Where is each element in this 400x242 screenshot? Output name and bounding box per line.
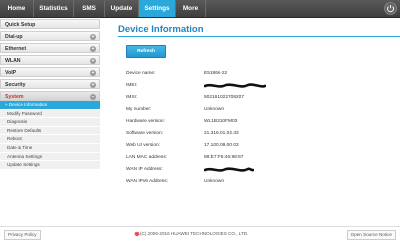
sidebar-item-label: Quick Setup	[5, 22, 36, 28]
expand-icon: +	[90, 57, 96, 64]
sidebar-subitem-update-settings[interactable]: Update Settings	[0, 161, 100, 170]
sidebar-subitem-antenna-settings[interactable]: Antenna Settings	[0, 152, 100, 162]
page-title: Device Information	[118, 24, 204, 35]
open-source-notice-link[interactable]: Open Source Notice	[346, 230, 396, 240]
expand-icon: +	[90, 81, 96, 88]
info-value: 502161022708207	[204, 95, 245, 100]
privacy-policy-link[interactable]: Privacy Policy	[4, 230, 41, 240]
sidebar-item-quick-setup[interactable]: Quick Setup	[0, 19, 100, 29]
info-label: IMEI:	[126, 83, 138, 88]
sidebar-item-security[interactable]: Security +	[0, 79, 100, 89]
info-value: 21.316.01.02.33	[204, 131, 239, 136]
info-label: WAN IPv6 Address:	[126, 179, 168, 184]
copyright-text: (C) 2006-2016 HUAWEI TECHNOLOGIES CO., L…	[140, 231, 249, 236]
redaction-scribble	[204, 167, 254, 172]
sidebar-subitem-date-time[interactable]: Date & Time	[0, 143, 100, 153]
info-value: 88:E7:F6:46:98:67	[204, 155, 244, 160]
info-label: Web UI version:	[126, 143, 161, 148]
info-label: Device name:	[126, 71, 156, 76]
sidebar-item-dial-up[interactable]: Dial-up +	[0, 31, 100, 41]
tab-update[interactable]: Update	[105, 0, 139, 17]
tab-home[interactable]: Home	[0, 0, 34, 17]
info-label: IMSI:	[126, 95, 138, 100]
redaction-scribble	[204, 83, 266, 88]
info-label: Software version:	[126, 131, 164, 136]
tab-statistics[interactable]: Statistics	[34, 0, 74, 17]
collapse-icon: −	[90, 93, 96, 100]
tab-more[interactable]: More	[176, 0, 206, 17]
sidebar-item-wlan[interactable]: WLAN +	[0, 55, 100, 65]
info-label: LAN MAC address:	[126, 155, 168, 160]
sidebar-item-system[interactable]: System −	[0, 91, 100, 101]
info-value: WL1B310FM03	[204, 119, 238, 124]
info-value: Unknown	[204, 107, 224, 112]
sidebar-subitem-modify-password[interactable]: Modify Password	[0, 109, 100, 119]
power-icon[interactable]	[384, 2, 397, 15]
sidebar-subitem-diagnosis[interactable]: Diagnosis	[0, 118, 100, 127]
info-label: Hardware version:	[126, 119, 165, 124]
sidebar-item-label: WLAN	[5, 58, 21, 64]
sidebar-item-label: VoIP	[5, 70, 17, 76]
sidebar-item-label: Dial-up	[5, 34, 23, 40]
sidebar-item-label: System	[5, 94, 24, 100]
tab-settings[interactable]: Settings	[139, 0, 176, 17]
sidebar-item-voip[interactable]: VoIP +	[0, 67, 100, 77]
expand-icon: +	[90, 69, 96, 76]
sidebar-subitem-reboot[interactable]: Reboot	[0, 135, 100, 144]
sidebar-item-label: Ethernet	[5, 46, 27, 52]
info-label: My number:	[126, 107, 152, 112]
expand-icon: +	[90, 33, 96, 40]
sidebar: Quick Setup Dial-up + Ethernet + WLAN + VoI…	[0, 19, 100, 170]
info-label: WAN IP Address:	[126, 167, 163, 172]
sidebar-item-ethernet[interactable]: Ethernet +	[0, 43, 100, 53]
info-value: Unknown	[204, 179, 224, 184]
sidebar-subitem-restore-defaults[interactable]: Restore Defaults	[0, 126, 100, 136]
tab-sms[interactable]: SMS	[74, 0, 105, 17]
sidebar-subitem-device-information[interactable]: » Device Information	[0, 101, 100, 110]
footer: Privacy Policy (C) 2006-2016 HUAWEI TECH…	[0, 226, 400, 242]
info-value: 17.100.09.00.03	[204, 143, 239, 148]
info-value: E5186s-22	[204, 71, 228, 76]
expand-icon: +	[90, 45, 96, 52]
refresh-button[interactable]: Refresh	[126, 45, 166, 58]
top-navigation: Home Statistics SMS Update Settings More	[0, 0, 400, 18]
title-divider	[118, 36, 400, 37]
sidebar-item-label: Security	[5, 82, 26, 88]
